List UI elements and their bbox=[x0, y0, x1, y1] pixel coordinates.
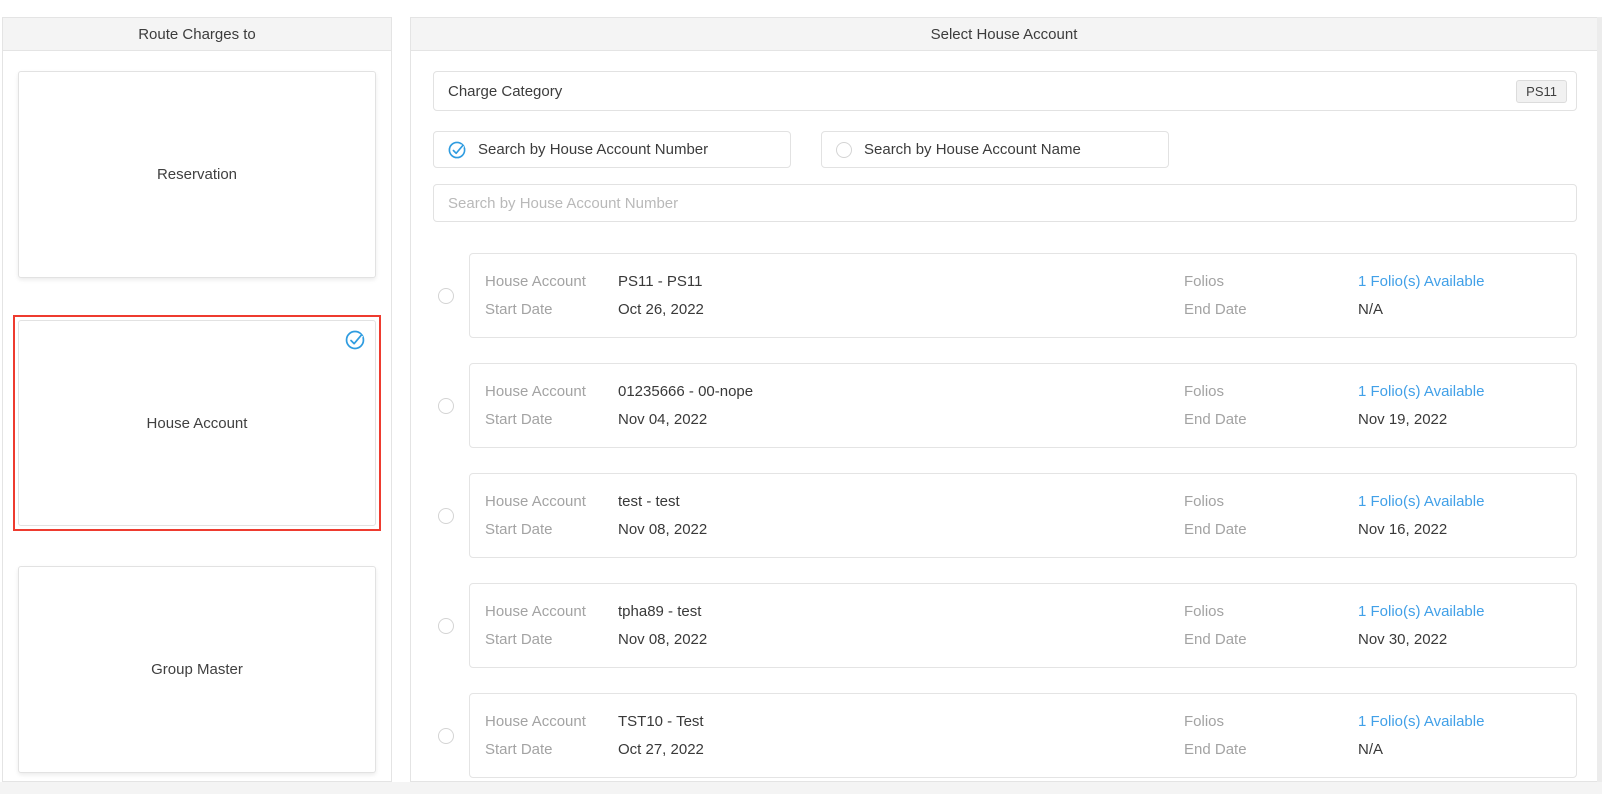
select-house-account-body: Charge Category PS11 Search by House Acc… bbox=[411, 51, 1597, 778]
end-date-value: N/A bbox=[1358, 741, 1576, 758]
search-by-number-option[interactable]: Search by House Account Number bbox=[433, 131, 791, 168]
row-radio-button[interactable] bbox=[438, 728, 454, 744]
house-account-card[interactable]: House Account 01235666 - 00-nope Folios … bbox=[469, 363, 1577, 448]
house-account-label: House Account bbox=[485, 493, 618, 510]
folios-label: Folios bbox=[1184, 493, 1358, 510]
start-date-value: Nov 08, 2022 bbox=[618, 631, 1184, 648]
route-card-group-master-label: Group Master bbox=[151, 661, 243, 678]
route-charges-panel: Route Charges to Reservation House Accou… bbox=[2, 17, 392, 782]
start-date-value: Nov 08, 2022 bbox=[618, 521, 1184, 538]
start-date-label: Start Date bbox=[485, 411, 618, 428]
route-card-reservation[interactable]: Reservation bbox=[18, 71, 376, 278]
folios-available-link[interactable]: 1 Folio(s) Available bbox=[1358, 713, 1576, 730]
search-by-name-option[interactable]: Search by House Account Name bbox=[821, 131, 1169, 168]
search-by-name-label: Search by House Account Name bbox=[864, 141, 1081, 158]
route-card-reservation-label: Reservation bbox=[157, 166, 237, 183]
folios-label: Folios bbox=[1184, 713, 1358, 730]
start-date-label: Start Date bbox=[485, 631, 618, 648]
end-date-label: End Date bbox=[1184, 411, 1358, 428]
house-account-label: House Account bbox=[485, 713, 618, 730]
end-date-value: Nov 19, 2022 bbox=[1358, 411, 1576, 428]
charge-category-label: Charge Category bbox=[448, 83, 562, 100]
house-account-value: test - test bbox=[618, 493, 1184, 510]
folios-available-link[interactable]: 1 Folio(s) Available bbox=[1358, 273, 1576, 290]
radio-unselected-icon bbox=[836, 142, 852, 158]
select-house-account-header: Select House Account bbox=[411, 18, 1597, 51]
house-account-label: House Account bbox=[485, 273, 618, 290]
house-account-value: PS11 - PS11 bbox=[618, 273, 1184, 290]
route-charges-body: Reservation House Account Group Master bbox=[3, 51, 391, 782]
start-date-label: Start Date bbox=[485, 521, 618, 538]
route-charges-header: Route Charges to bbox=[3, 18, 391, 51]
route-charges-title: Route Charges to bbox=[138, 26, 256, 43]
end-date-label: End Date bbox=[1184, 301, 1358, 318]
route-card-house-account[interactable]: House Account bbox=[13, 315, 381, 531]
folios-available-link[interactable]: 1 Folio(s) Available bbox=[1358, 383, 1576, 400]
search-mode-row: Search by House Account Number Search by… bbox=[433, 131, 1577, 168]
house-account-row: House Account PS11 - PS11 Folios 1 Folio… bbox=[433, 253, 1577, 338]
row-radio-button[interactable] bbox=[438, 288, 454, 304]
end-date-label: End Date bbox=[1184, 631, 1358, 648]
house-account-card[interactable]: House Account tpha89 - test Folios 1 Fol… bbox=[469, 583, 1577, 668]
row-radio-button[interactable] bbox=[438, 398, 454, 414]
row-radio-button[interactable] bbox=[438, 508, 454, 524]
start-date-label: Start Date bbox=[485, 741, 618, 758]
house-account-card[interactable]: House Account test - test Folios 1 Folio… bbox=[469, 473, 1577, 558]
charge-category-field[interactable]: Charge Category PS11 bbox=[433, 71, 1577, 111]
check-circle-icon bbox=[345, 330, 365, 350]
start-date-value: Nov 04, 2022 bbox=[618, 411, 1184, 428]
charge-category-tag: PS11 bbox=[1516, 80, 1567, 103]
house-account-row: House Account TST10 - Test Folios 1 Foli… bbox=[433, 693, 1577, 778]
start-date-value: Oct 27, 2022 bbox=[618, 741, 1184, 758]
folios-available-link[interactable]: 1 Folio(s) Available bbox=[1358, 493, 1576, 510]
route-card-group-master[interactable]: Group Master bbox=[18, 566, 376, 773]
end-date-label: End Date bbox=[1184, 521, 1358, 538]
house-account-value: TST10 - Test bbox=[618, 713, 1184, 730]
house-account-row: House Account test - test Folios 1 Folio… bbox=[433, 473, 1577, 558]
house-account-card[interactable]: House Account TST10 - Test Folios 1 Foli… bbox=[469, 693, 1577, 778]
house-account-label: House Account bbox=[485, 603, 618, 620]
folios-label: Folios bbox=[1184, 603, 1358, 620]
horizontal-scrollbar[interactable] bbox=[0, 782, 1602, 794]
end-date-value: N/A bbox=[1358, 301, 1576, 318]
check-circle-icon bbox=[448, 141, 466, 159]
select-house-account-title: Select House Account bbox=[931, 26, 1078, 43]
folios-label: Folios bbox=[1184, 273, 1358, 290]
search-input[interactable] bbox=[433, 184, 1577, 222]
end-date-value: Nov 30, 2022 bbox=[1358, 631, 1576, 648]
house-account-list: House Account PS11 - PS11 Folios 1 Folio… bbox=[433, 253, 1577, 778]
search-by-number-label: Search by House Account Number bbox=[478, 141, 708, 158]
vertical-scrollbar[interactable] bbox=[1597, 17, 1602, 794]
folios-available-link[interactable]: 1 Folio(s) Available bbox=[1358, 603, 1576, 620]
end-date-label: End Date bbox=[1184, 741, 1358, 758]
house-account-value: tpha89 - test bbox=[618, 603, 1184, 620]
start-date-label: Start Date bbox=[485, 301, 618, 318]
start-date-value: Oct 26, 2022 bbox=[618, 301, 1184, 318]
row-radio-button[interactable] bbox=[438, 618, 454, 634]
house-account-row: House Account tpha89 - test Folios 1 Fol… bbox=[433, 583, 1577, 668]
end-date-value: Nov 16, 2022 bbox=[1358, 521, 1576, 538]
route-card-house-account-inner: House Account bbox=[18, 320, 376, 526]
route-card-house-account-label: House Account bbox=[147, 415, 248, 432]
house-account-card[interactable]: House Account PS11 - PS11 Folios 1 Folio… bbox=[469, 253, 1577, 338]
select-house-account-panel: Select House Account Charge Category PS1… bbox=[410, 17, 1598, 782]
house-account-row: House Account 01235666 - 00-nope Folios … bbox=[433, 363, 1577, 448]
house-account-label: House Account bbox=[485, 383, 618, 400]
folios-label: Folios bbox=[1184, 383, 1358, 400]
house-account-value: 01235666 - 00-nope bbox=[618, 383, 1184, 400]
